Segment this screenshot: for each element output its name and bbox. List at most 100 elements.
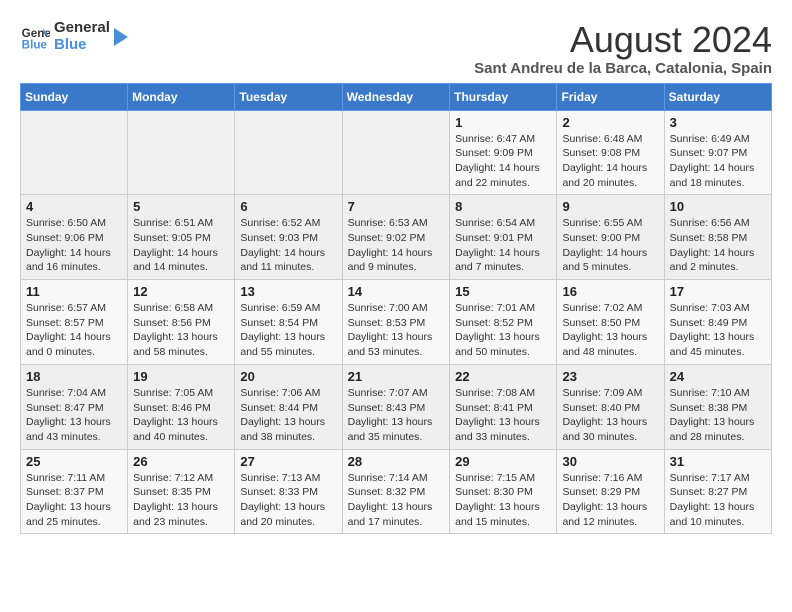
day-number: 30 <box>562 454 658 469</box>
page-subtitle: Sant Andreu de la Barca, Catalonia, Spai… <box>474 60 772 77</box>
day-number: 18 <box>26 369 122 384</box>
day-info: Sunrise: 6:52 AMSunset: 9:03 PMDaylight:… <box>240 216 336 275</box>
day-number: 15 <box>455 284 551 299</box>
day-cell: 7Sunrise: 6:53 AMSunset: 9:02 PMDaylight… <box>342 195 450 280</box>
day-cell: 27 Sunrise: 7:13 AMSunset: 8:33 PMDayligh… <box>235 449 342 534</box>
day-info: Sunrise: 6:53 AMSunset: 9:02 PMDaylight:… <box>348 216 445 275</box>
weekday-header-monday: Monday <box>128 83 235 110</box>
day-cell: 20Sunrise: 7:06 AMSunset: 8:44 PMDayligh… <box>235 364 342 449</box>
day-info: Sunrise: 6:49 AMSunset: 9:07 PMDaylight:… <box>670 132 766 191</box>
calendar: SundayMondayTuesdayWednesdayThursdayFrid… <box>20 83 772 535</box>
logo-arrow-icon <box>114 26 132 48</box>
day-cell: 14 Sunrise: 7:00 AMSunset: 8:53 PMDayligh… <box>342 280 450 365</box>
day-info: Sunrise: 7:15 AMSunset: 8:30 PMDaylight:… <box>455 471 551 530</box>
day-cell: 13Sunrise: 6:59 AMSunset: 8:54 PMDayligh… <box>235 280 342 365</box>
day-number: 27 <box>240 454 336 469</box>
day-cell: 29 Sunrise: 7:15 AMSunset: 8:30 PMDayligh… <box>450 449 557 534</box>
day-cell: 5Sunrise: 6:51 AMSunset: 9:05 PMDaylight… <box>128 195 235 280</box>
day-info: Sunrise: 7:06 AMSunset: 8:44 PMDaylight:… <box>240 386 336 445</box>
day-cell <box>235 110 342 195</box>
logo-general: General <box>54 20 110 37</box>
day-info: Sunrise: 7:07 AMSunset: 8:43 PMDaylight:… <box>348 386 445 445</box>
day-number: 23 <box>562 369 658 384</box>
day-number: 6 <box>240 199 336 214</box>
day-cell: 21 Sunrise: 7:07 AMSunset: 8:43 PMDayligh… <box>342 364 450 449</box>
weekday-header-friday: Friday <box>557 83 664 110</box>
day-cell: 18 Sunrise: 7:04 AMSunset: 8:47 PMDayligh… <box>21 364 128 449</box>
day-info: Sunrise: 6:51 AMSunset: 9:05 PMDaylight:… <box>133 216 229 275</box>
day-info: Sunrise: 6:55 AMSunset: 9:00 PMDaylight:… <box>562 216 658 275</box>
day-cell: 3Sunrise: 6:49 AMSunset: 9:07 PMDaylight… <box>664 110 771 195</box>
logo-blue: Blue <box>54 37 110 54</box>
weekday-header-saturday: Saturday <box>664 83 771 110</box>
weekday-header-thursday: Thursday <box>450 83 557 110</box>
day-cell: 24Sunrise: 7:10 AMSunset: 8:38 PMDayligh… <box>664 364 771 449</box>
day-info: Sunrise: 7:17 AMSunset: 8:27 PMDaylight:… <box>670 471 766 530</box>
day-info: Sunrise: 7:02 AMSunset: 8:50 PMDaylight:… <box>562 301 658 360</box>
day-number: 16 <box>562 284 658 299</box>
svg-text:Blue: Blue <box>22 38 48 51</box>
day-cell: 11 Sunrise: 6:57 AMSunset: 8:57 PMDayligh… <box>21 280 128 365</box>
day-info: Sunrise: 7:09 AMSunset: 8:40 PMDaylight:… <box>562 386 658 445</box>
week-row-2: 4Sunrise: 6:50 AMSunset: 9:06 PMDaylight… <box>21 195 772 280</box>
day-cell: 2Sunrise: 6:48 AMSunset: 9:08 PMDaylight… <box>557 110 664 195</box>
day-cell: 12Sunrise: 6:58 AMSunset: 8:56 PMDayligh… <box>128 280 235 365</box>
day-info: Sunrise: 7:05 AMSunset: 8:46 PMDaylight:… <box>133 386 229 445</box>
logo-icon: General Blue <box>20 22 50 52</box>
week-row-3: 11 Sunrise: 6:57 AMSunset: 8:57 PMDayligh… <box>21 280 772 365</box>
day-cell: 1 Sunrise: 6:47 AMSunset: 9:09 PMDaylight… <box>450 110 557 195</box>
weekday-header-wednesday: Wednesday <box>342 83 450 110</box>
weekday-header-tuesday: Tuesday <box>235 83 342 110</box>
day-cell: 22Sunrise: 7:08 AMSunset: 8:41 PMDayligh… <box>450 364 557 449</box>
day-cell: 6 Sunrise: 6:52 AMSunset: 9:03 PMDaylight… <box>235 195 342 280</box>
day-cell: 25 Sunrise: 7:11 AMSunset: 8:37 PMDayligh… <box>21 449 128 534</box>
day-cell: 16 Sunrise: 7:02 AMSunset: 8:50 PMDayligh… <box>557 280 664 365</box>
day-cell: 23 Sunrise: 7:09 AMSunset: 8:40 PMDayligh… <box>557 364 664 449</box>
day-cell: 10 Sunrise: 6:56 AMSunset: 8:58 PMDayligh… <box>664 195 771 280</box>
day-number: 31 <box>670 454 766 469</box>
page-title: August 2024 <box>474 20 772 60</box>
day-cell: 30Sunrise: 7:16 AMSunset: 8:29 PMDayligh… <box>557 449 664 534</box>
day-info: Sunrise: 7:00 AMSunset: 8:53 PMDaylight:… <box>348 301 445 360</box>
day-info: Sunrise: 7:11 AMSunset: 8:37 PMDaylight:… <box>26 471 122 530</box>
day-number: 12 <box>133 284 229 299</box>
day-number: 21 <box>348 369 445 384</box>
day-number: 29 <box>455 454 551 469</box>
day-cell: 17 Sunrise: 7:03 AMSunset: 8:49 PMDayligh… <box>664 280 771 365</box>
weekday-header-row: SundayMondayTuesdayWednesdayThursdayFrid… <box>21 83 772 110</box>
day-cell: 4Sunrise: 6:50 AMSunset: 9:06 PMDaylight… <box>21 195 128 280</box>
week-row-4: 18 Sunrise: 7:04 AMSunset: 8:47 PMDayligh… <box>21 364 772 449</box>
day-info: Sunrise: 6:57 AMSunset: 8:57 PMDaylight:… <box>26 301 122 360</box>
week-row-1: 1 Sunrise: 6:47 AMSunset: 9:09 PMDaylight… <box>21 110 772 195</box>
day-info: Sunrise: 7:04 AMSunset: 8:47 PMDaylight:… <box>26 386 122 445</box>
day-info: Sunrise: 7:03 AMSunset: 8:49 PMDaylight:… <box>670 301 766 360</box>
day-info: Sunrise: 7:08 AMSunset: 8:41 PMDaylight:… <box>455 386 551 445</box>
day-cell: 31 Sunrise: 7:17 AMSunset: 8:27 PMDayligh… <box>664 449 771 534</box>
logo: General Blue General Blue <box>20 20 132 53</box>
day-number: 19 <box>133 369 229 384</box>
day-number: 25 <box>26 454 122 469</box>
day-number: 11 <box>26 284 122 299</box>
day-info: Sunrise: 7:01 AMSunset: 8:52 PMDaylight:… <box>455 301 551 360</box>
day-cell: 26 Sunrise: 7:12 AMSunset: 8:35 PMDayligh… <box>128 449 235 534</box>
weekday-header-sunday: Sunday <box>21 83 128 110</box>
day-number: 17 <box>670 284 766 299</box>
day-info: Sunrise: 7:12 AMSunset: 8:35 PMDaylight:… <box>133 471 229 530</box>
day-info: Sunrise: 7:13 AMSunset: 8:33 PMDaylight:… <box>240 471 336 530</box>
day-info: Sunrise: 6:56 AMSunset: 8:58 PMDaylight:… <box>670 216 766 275</box>
day-info: Sunrise: 7:10 AMSunset: 8:38 PMDaylight:… <box>670 386 766 445</box>
day-cell: 19 Sunrise: 7:05 AMSunset: 8:46 PMDayligh… <box>128 364 235 449</box>
day-number: 10 <box>670 199 766 214</box>
day-number: 26 <box>133 454 229 469</box>
day-cell <box>128 110 235 195</box>
day-number: 4 <box>26 199 122 214</box>
day-info: Sunrise: 6:48 AMSunset: 9:08 PMDaylight:… <box>562 132 658 191</box>
day-number: 14 <box>348 284 445 299</box>
day-number: 1 <box>455 115 551 130</box>
day-info: Sunrise: 6:47 AMSunset: 9:09 PMDaylight:… <box>455 132 551 191</box>
title-area: August 2024 Sant Andreu de la Barca, Cat… <box>474 20 772 77</box>
day-info: Sunrise: 6:54 AMSunset: 9:01 PMDaylight:… <box>455 216 551 275</box>
day-cell: 9Sunrise: 6:55 AMSunset: 9:00 PMDaylight… <box>557 195 664 280</box>
day-number: 13 <box>240 284 336 299</box>
day-cell: 8Sunrise: 6:54 AMSunset: 9:01 PMDaylight… <box>450 195 557 280</box>
